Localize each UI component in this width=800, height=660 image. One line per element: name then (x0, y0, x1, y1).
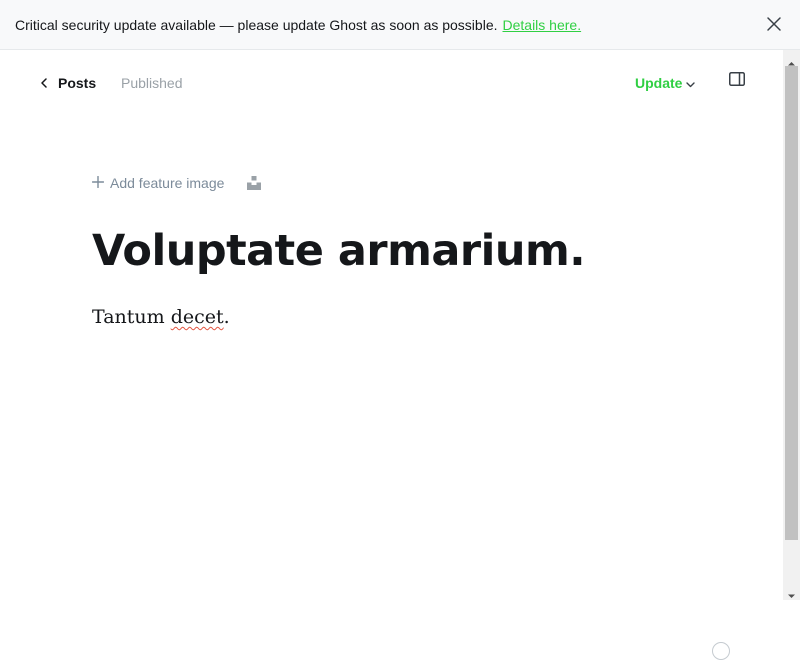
update-label: Update (635, 75, 683, 91)
chevron-left-icon (40, 75, 58, 91)
post-body[interactable]: Tantum decet. (92, 306, 230, 328)
misspelled-word: decet (170, 306, 224, 328)
add-feature-image-label: Add feature image (110, 175, 225, 191)
help-icon[interactable] (712, 642, 730, 660)
banner-message: Critical security update available — ple… (15, 16, 498, 33)
update-button[interactable]: Update (635, 75, 696, 91)
scrollbar[interactable] (783, 50, 800, 600)
post-status: Published (121, 75, 183, 91)
banner-details-link[interactable]: Details here. (503, 17, 582, 33)
back-label: Posts (58, 75, 97, 91)
plus-icon (91, 175, 110, 191)
body-text: Tantum (92, 306, 171, 328)
update-banner: Critical security update available — ple… (0, 0, 800, 50)
sidebar-toggle-icon[interactable] (729, 72, 745, 86)
post-title[interactable]: Voluptate armarium. (92, 226, 586, 276)
scroll-down-icon[interactable] (787, 588, 796, 598)
post-editor: Posts Published Update Add feature image… (0, 50, 783, 660)
body-punctuation: . (223, 306, 230, 328)
add-feature-image-button[interactable]: Add feature image (91, 175, 225, 191)
editor-header: Posts Published Update (0, 50, 783, 116)
chevron-down-icon (682, 75, 696, 91)
feature-image-controls: Add feature image (91, 173, 262, 193)
back-to-posts-button[interactable]: Posts (40, 72, 96, 94)
word-count-area (660, 642, 730, 660)
close-icon[interactable] (766, 16, 782, 32)
scroll-up-icon[interactable] (787, 55, 796, 66)
scroll-thumb[interactable] (785, 66, 798, 540)
unsplash-icon[interactable] (247, 176, 262, 190)
